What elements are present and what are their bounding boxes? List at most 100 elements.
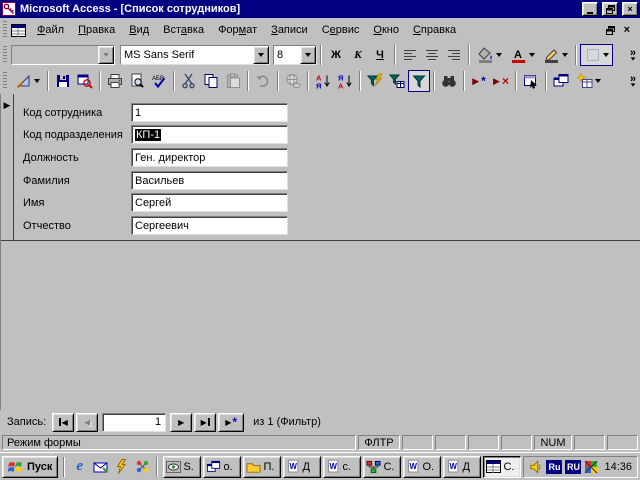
mdi-restore-button[interactable]	[606, 26, 615, 35]
new-record-button[interactable]: ▶*	[468, 70, 490, 92]
sort-ascending-button[interactable]: АЯ	[312, 70, 334, 92]
font-name-dropdown[interactable]	[253, 46, 269, 64]
taskbar-window-button[interactable]: о.	[203, 456, 241, 478]
menu-format[interactable]: Формат	[211, 21, 264, 39]
copy-button[interactable]	[200, 70, 222, 92]
save-button[interactable]	[52, 70, 74, 92]
database-window-button[interactable]	[550, 70, 572, 92]
new-object-button[interactable]	[572, 70, 605, 92]
font-color-dropdown[interactable]	[529, 53, 535, 57]
form-system-menu-icon[interactable]	[11, 24, 26, 37]
quicklaunch-internet-explorer-icon[interactable]: e	[70, 456, 89, 478]
cut-button[interactable]	[178, 70, 200, 92]
filter-by-form-button[interactable]	[386, 70, 408, 92]
line-color-button[interactable]	[539, 44, 572, 66]
delete-record-button[interactable]: ▶×	[490, 70, 512, 92]
restore-button[interactable]	[602, 2, 618, 16]
print-button[interactable]	[104, 70, 126, 92]
undo-button[interactable]	[252, 70, 274, 92]
taskbar-window-button[interactable]: W О.	[403, 456, 441, 478]
menu-records[interactable]: Записи	[264, 21, 315, 39]
align-left-button[interactable]	[399, 44, 421, 66]
font-color-button[interactable]: А	[506, 44, 539, 66]
toolbar-grip-2[interactable]	[3, 72, 7, 90]
language-badge[interactable]: Ru	[546, 460, 562, 474]
insert-hyperlink-button[interactable]	[282, 70, 304, 92]
align-right-button[interactable]	[443, 44, 465, 66]
find-file-button[interactable]	[74, 70, 96, 92]
taskbar-window-button[interactable]: С.	[363, 456, 401, 478]
current-record-input[interactable]: 1	[102, 413, 166, 432]
taskbar-window-button-active[interactable]: С.	[483, 456, 521, 478]
language-badge[interactable]: RU	[565, 460, 581, 474]
minimize-button[interactable]	[582, 2, 598, 16]
menubar-grip[interactable]	[3, 21, 7, 39]
special-effect-dropdown[interactable]	[603, 53, 609, 57]
object-combo[interactable]	[11, 45, 115, 65]
sort-descending-button[interactable]: ЯА	[334, 70, 356, 92]
quicklaunch-winamp-icon[interactable]	[112, 456, 131, 478]
last-record-button[interactable]: ▶	[194, 413, 216, 432]
toolbar-grip[interactable]	[3, 46, 7, 64]
special-effect-button[interactable]	[580, 44, 613, 66]
paste-button[interactable]	[222, 70, 244, 92]
selected-text: КП-1	[135, 129, 161, 141]
properties-button[interactable]	[520, 70, 542, 92]
filter-by-selection-button[interactable]	[364, 70, 386, 92]
next-record-button[interactable]: ▶	[170, 413, 192, 432]
quicklaunch-outlook-express-icon[interactable]	[91, 456, 110, 478]
field-input-position[interactable]: Ген. директор	[131, 148, 288, 167]
volume-icon[interactable]	[529, 460, 543, 474]
first-record-button[interactable]: ◀	[52, 413, 74, 432]
svg-text:Я: Я	[316, 82, 321, 90]
font-size-dropdown[interactable]	[300, 46, 316, 64]
field-input-department-id[interactable]: КП-1	[131, 125, 288, 144]
apply-filter-button[interactable]	[408, 70, 430, 92]
menu-edit[interactable]: Правка	[71, 21, 122, 39]
font-name-combo[interactable]: MS Sans Serif	[120, 45, 270, 65]
access-app-icon[interactable]	[2, 2, 16, 16]
line-color-dropdown[interactable]	[562, 53, 568, 57]
field-input-surname[interactable]: Васильев	[131, 171, 288, 190]
mdi-close-button[interactable]: ×	[624, 24, 630, 36]
object-combo-dropdown[interactable]	[98, 46, 114, 64]
start-button[interactable]: Пуск	[2, 456, 58, 478]
taskbar-window-button[interactable]: W с.	[323, 456, 361, 478]
field-input-employee-id[interactable]: 1	[131, 103, 288, 122]
menu-window[interactable]: Окно	[366, 21, 406, 39]
find-button[interactable]	[438, 70, 460, 92]
toolbar-options-button-2[interactable]: »	[630, 75, 638, 87]
view-dropdown[interactable]	[34, 79, 40, 83]
menu-file[interactable]: Файл	[30, 21, 71, 39]
bold-button[interactable]: Ж	[325, 44, 347, 66]
font-size-combo[interactable]: 8	[273, 45, 317, 65]
field-input-firstname[interactable]: Сергей	[131, 193, 288, 212]
spelling-button[interactable]: АБВ	[148, 70, 170, 92]
taskbar-window-button[interactable]: S.	[163, 456, 201, 478]
quicklaunch-molecule-icon[interactable]	[133, 456, 152, 478]
field-label-employee-id: Код сотрудника	[23, 103, 102, 122]
fill-color-button[interactable]	[473, 44, 506, 66]
menu-help[interactable]: Справка	[406, 21, 463, 39]
menu-insert[interactable]: Вставка	[156, 21, 211, 39]
taskbar-window-button[interactable]: W Д	[443, 456, 481, 478]
field-label-surname: Фамилия	[23, 171, 70, 190]
previous-record-button[interactable]: ◀	[76, 413, 98, 432]
new-object-dropdown[interactable]	[595, 79, 601, 83]
new-record-nav-button[interactable]: ▶*	[218, 413, 244, 432]
taskbar-window-button[interactable]: W Д	[283, 456, 321, 478]
underline-button[interactable]: Ч	[369, 44, 391, 66]
align-center-button[interactable]	[421, 44, 443, 66]
taskbar-window-button[interactable]: П.	[243, 456, 281, 478]
language-indicator-icon[interactable]	[584, 460, 598, 474]
close-button[interactable]: ×	[622, 2, 638, 16]
menu-view[interactable]: Вид	[122, 21, 156, 39]
view-button[interactable]	[11, 70, 44, 92]
toolbar-options-button[interactable]: »	[630, 49, 638, 61]
fill-color-dropdown[interactable]	[496, 53, 502, 57]
print-preview-icon	[129, 73, 145, 89]
menu-tools[interactable]: Сервис	[315, 21, 367, 39]
italic-button[interactable]: К	[347, 44, 369, 66]
print-preview-button[interactable]	[126, 70, 148, 92]
field-input-patronymic[interactable]: Сергеевич	[131, 216, 288, 235]
